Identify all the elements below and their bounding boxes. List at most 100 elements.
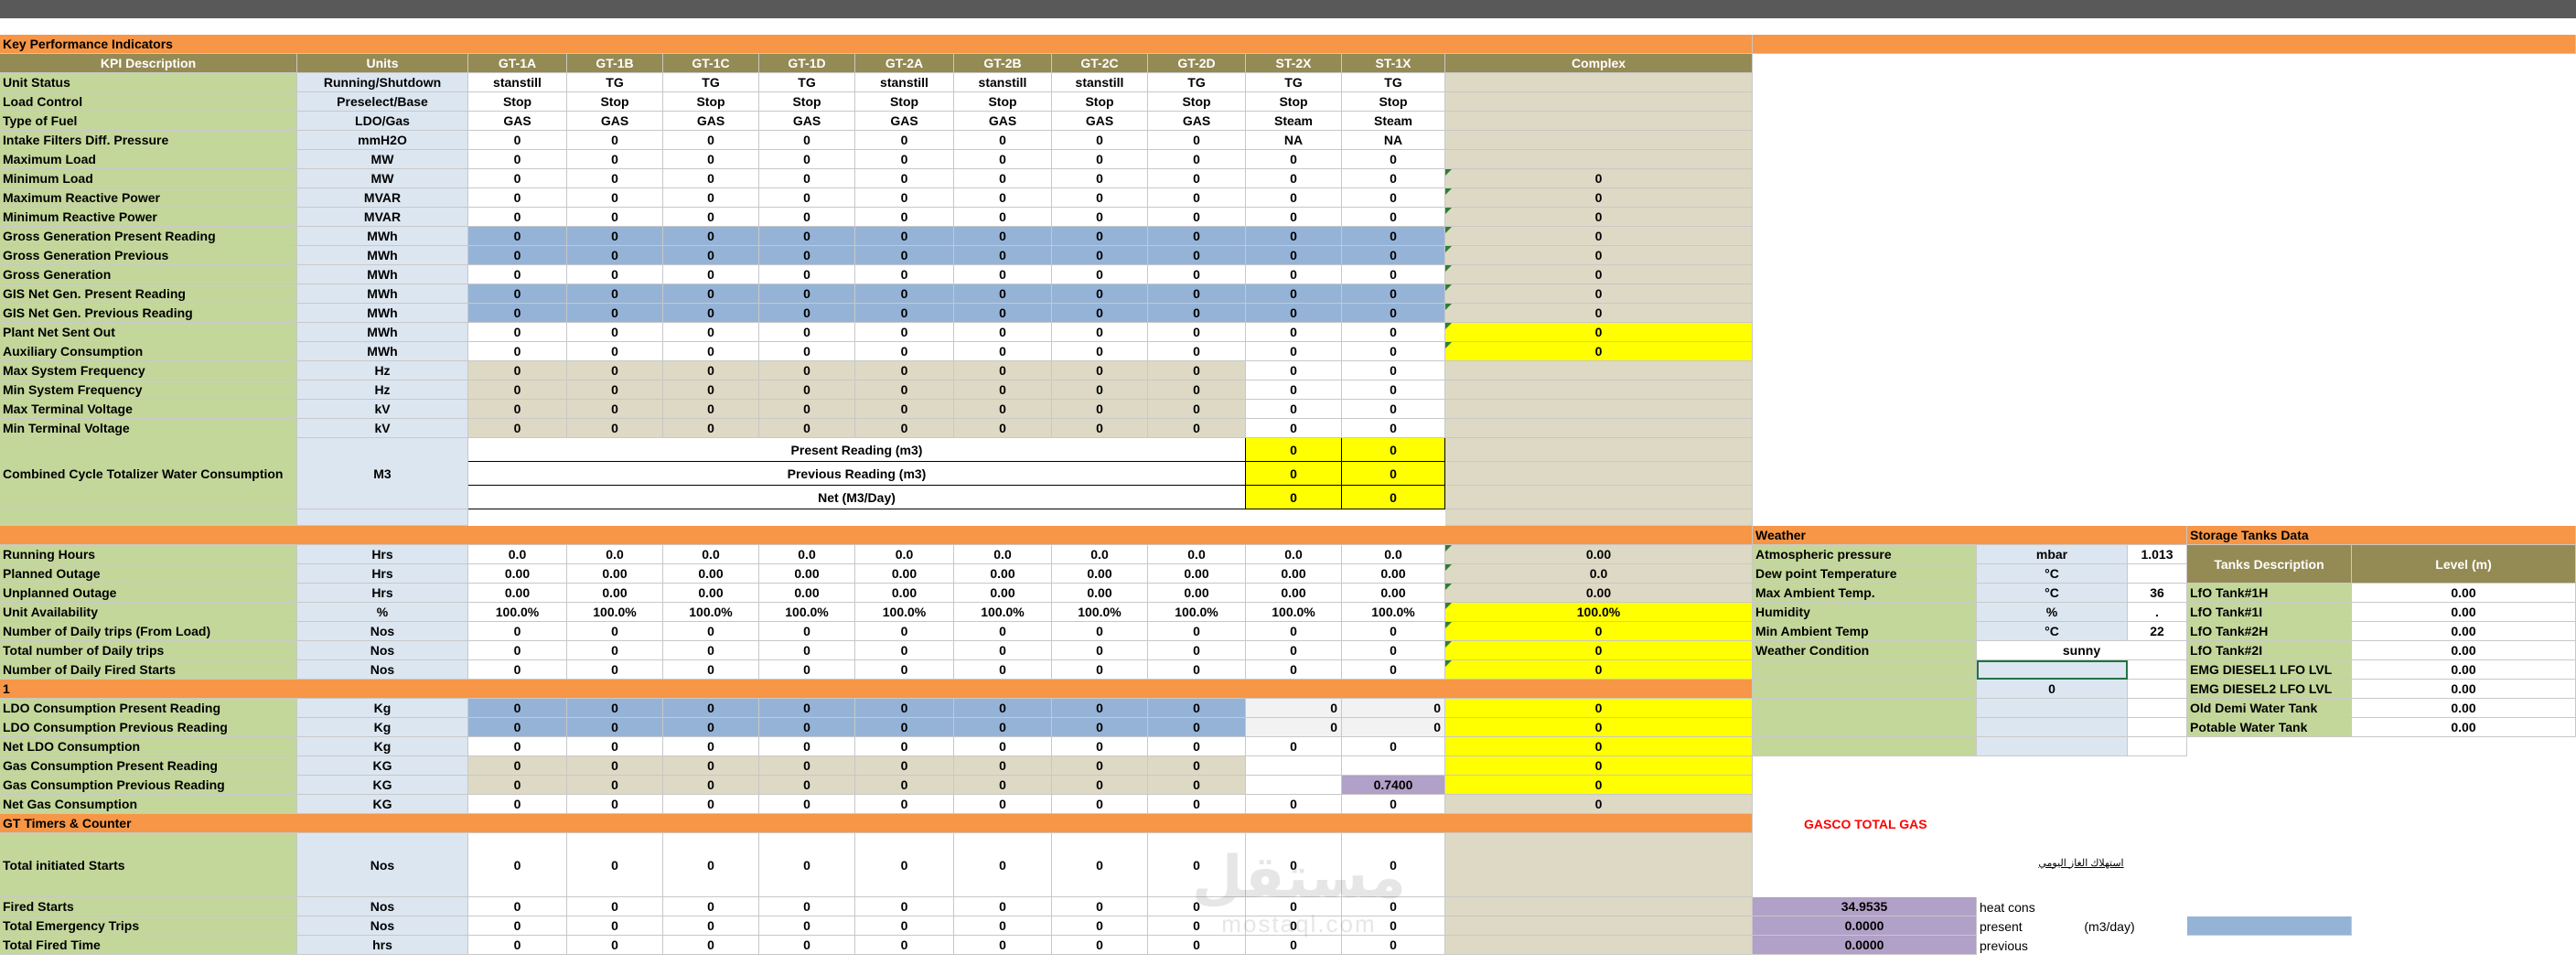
- fuel-value-cell[interactable]: 0: [663, 699, 759, 718]
- hours-value-cell[interactable]: 0.0: [954, 545, 1052, 564]
- kpi-value-cell[interactable]: 0: [1246, 246, 1342, 265]
- kpi-value-cell[interactable]: 0: [1342, 150, 1445, 169]
- kpi-value-cell[interactable]: 0: [1342, 208, 1445, 227]
- fuel-value-cell[interactable]: 0: [468, 756, 567, 776]
- kpi-row-unit[interactable]: kV: [297, 400, 468, 419]
- kpi-value-cell[interactable]: 0: [855, 361, 954, 380]
- weather-row-value[interactable]: 22: [2128, 622, 2187, 641]
- hours-row-label[interactable]: Unit Availability: [0, 603, 297, 622]
- hours-value-cell[interactable]: 0: [468, 660, 567, 680]
- kpi-value-cell[interactable]: 0: [855, 304, 954, 323]
- fuel-value-cell[interactable]: [1246, 756, 1342, 776]
- weather-extra-value[interactable]: [1977, 718, 2128, 737]
- fuel-complex-cell[interactable]: 0: [1445, 699, 1753, 718]
- fuel-value-cell[interactable]: 0: [1052, 737, 1148, 756]
- kpi-row-unit[interactable]: MWh: [297, 227, 468, 246]
- kpi-value-cell[interactable]: GAS: [1148, 112, 1246, 131]
- kpi-value-cell[interactable]: 0: [1342, 284, 1445, 304]
- kpi-value-cell[interactable]: 0: [954, 323, 1052, 342]
- kpi-value-cell[interactable]: 0: [663, 188, 759, 208]
- timer-value-cell[interactable]: 0: [855, 897, 954, 916]
- kpi-value-cell[interactable]: 0: [855, 188, 954, 208]
- kpi-value-cell[interactable]: 0: [1246, 342, 1342, 361]
- fuel-value-cell[interactable]: 0: [567, 737, 663, 756]
- kpi-value-cell[interactable]: 0: [1342, 342, 1445, 361]
- kpi-value-cell[interactable]: 0: [855, 169, 954, 188]
- kpi-value-cell[interactable]: 0: [1148, 246, 1246, 265]
- fuel-value-cell[interactable]: 0: [954, 756, 1052, 776]
- gasco-input-cell[interactable]: [2187, 916, 2352, 936]
- hours-value-cell[interactable]: 100.0%: [1246, 603, 1342, 622]
- kpi-value-cell[interactable]: 0: [663, 380, 759, 400]
- weather-row-label[interactable]: Atmospheric pressure: [1753, 545, 1977, 564]
- kpi-value-cell[interactable]: 0: [567, 380, 663, 400]
- kpi-value-cell[interactable]: 0: [1148, 265, 1246, 284]
- weather-row-unit[interactable]: °C: [1977, 622, 2128, 641]
- fuel-value-cell[interactable]: 0: [1148, 718, 1246, 737]
- kpi-value-cell[interactable]: stanstill: [1052, 73, 1148, 92]
- kpi-value-cell[interactable]: 0: [1246, 208, 1342, 227]
- hours-value-cell[interactable]: 0.00: [567, 584, 663, 603]
- kpi-value-cell[interactable]: 0: [954, 361, 1052, 380]
- kpi-value-cell[interactable]: 0: [954, 400, 1052, 419]
- kpi-value-cell[interactable]: 0: [855, 246, 954, 265]
- fuel-value-cell[interactable]: 0: [567, 795, 663, 814]
- fuel-value-cell[interactable]: 0: [759, 699, 855, 718]
- kpi-value-cell[interactable]: 0: [663, 419, 759, 438]
- kpi-value-cell[interactable]: TG: [1246, 73, 1342, 92]
- water-complex-cell[interactable]: [1445, 486, 1753, 509]
- kpi-value-cell[interactable]: TG: [663, 73, 759, 92]
- kpi-value-cell[interactable]: 0: [759, 419, 855, 438]
- timer-value-cell[interactable]: 0: [855, 916, 954, 936]
- kpi-value-cell[interactable]: 0: [1052, 188, 1148, 208]
- hours-value-cell[interactable]: 0.00: [1148, 564, 1246, 584]
- kpi-value-cell[interactable]: 0: [954, 265, 1052, 284]
- kpi-row-label[interactable]: Max System Frequency: [0, 361, 297, 380]
- fuel-value-cell[interactable]: 0: [1148, 776, 1246, 795]
- timer-value-cell[interactable]: 0: [954, 936, 1052, 955]
- hours-value-cell[interactable]: 0.00: [1052, 584, 1148, 603]
- kpi-row-label[interactable]: Intake Filters Diff. Pressure: [0, 131, 297, 150]
- fuel-value-cell[interactable]: 0: [855, 718, 954, 737]
- kpi-row-unit[interactable]: MWh: [297, 265, 468, 284]
- kpi-value-cell[interactable]: 0: [468, 265, 567, 284]
- fuel-value-cell[interactable]: 0: [567, 756, 663, 776]
- fuel-row-unit[interactable]: KG: [297, 756, 468, 776]
- fuel-value-cell[interactable]: 0: [663, 737, 759, 756]
- fuel-row-label[interactable]: Net LDO Consumption: [0, 737, 297, 756]
- hours-value-cell[interactable]: 0.00: [855, 584, 954, 603]
- kpi-row-unit[interactable]: Preselect/Base: [297, 92, 468, 112]
- kpi-row-label[interactable]: Auxiliary Consumption: [0, 342, 297, 361]
- kpi-value-cell[interactable]: 0: [1246, 188, 1342, 208]
- kpi-value-cell[interactable]: 0: [1342, 323, 1445, 342]
- kpi-value-cell[interactable]: 0: [1342, 304, 1445, 323]
- kpi-value-cell[interactable]: 0: [1246, 361, 1342, 380]
- kpi-value-cell[interactable]: 0: [954, 169, 1052, 188]
- kpi-value-cell[interactable]: 0: [468, 169, 567, 188]
- kpi-value-cell[interactable]: 0: [1246, 400, 1342, 419]
- kpi-row-unit[interactable]: MW: [297, 169, 468, 188]
- fuel-complex-cell[interactable]: 0: [1445, 756, 1753, 776]
- fuel-value-cell[interactable]: 0: [1246, 795, 1342, 814]
- weather-row-label[interactable]: Weather Condition: [1753, 641, 1977, 660]
- kpi-value-cell[interactable]: NA: [1342, 131, 1445, 150]
- weather-row-value[interactable]: .: [2128, 603, 2187, 622]
- timer-value-cell[interactable]: 0: [567, 916, 663, 936]
- kpi-value-cell[interactable]: 0: [663, 323, 759, 342]
- kpi-value-cell[interactable]: 0: [759, 380, 855, 400]
- hours-value-cell[interactable]: 0.0: [567, 545, 663, 564]
- hours-row-unit[interactable]: Nos: [297, 641, 468, 660]
- kpi-value-cell[interactable]: 0: [663, 246, 759, 265]
- kpi-value-cell[interactable]: 0: [1052, 208, 1148, 227]
- timer-value-cell[interactable]: 0: [663, 833, 759, 897]
- kpi-value-cell[interactable]: 0: [663, 169, 759, 188]
- hours-value-cell[interactable]: 0.00: [468, 584, 567, 603]
- hours-value-cell[interactable]: 100.0%: [954, 603, 1052, 622]
- kpi-row-label[interactable]: GIS Net Gen. Present Reading: [0, 284, 297, 304]
- kpi-value-cell[interactable]: GAS: [954, 112, 1052, 131]
- timer-row-unit[interactable]: Nos: [297, 833, 468, 897]
- fuel-value-cell[interactable]: 0: [1246, 699, 1342, 718]
- fuel-value-cell[interactable]: 0: [1342, 737, 1445, 756]
- kpi-value-cell[interactable]: 0: [855, 342, 954, 361]
- storage-tank-level[interactable]: 0.00: [2352, 718, 2576, 737]
